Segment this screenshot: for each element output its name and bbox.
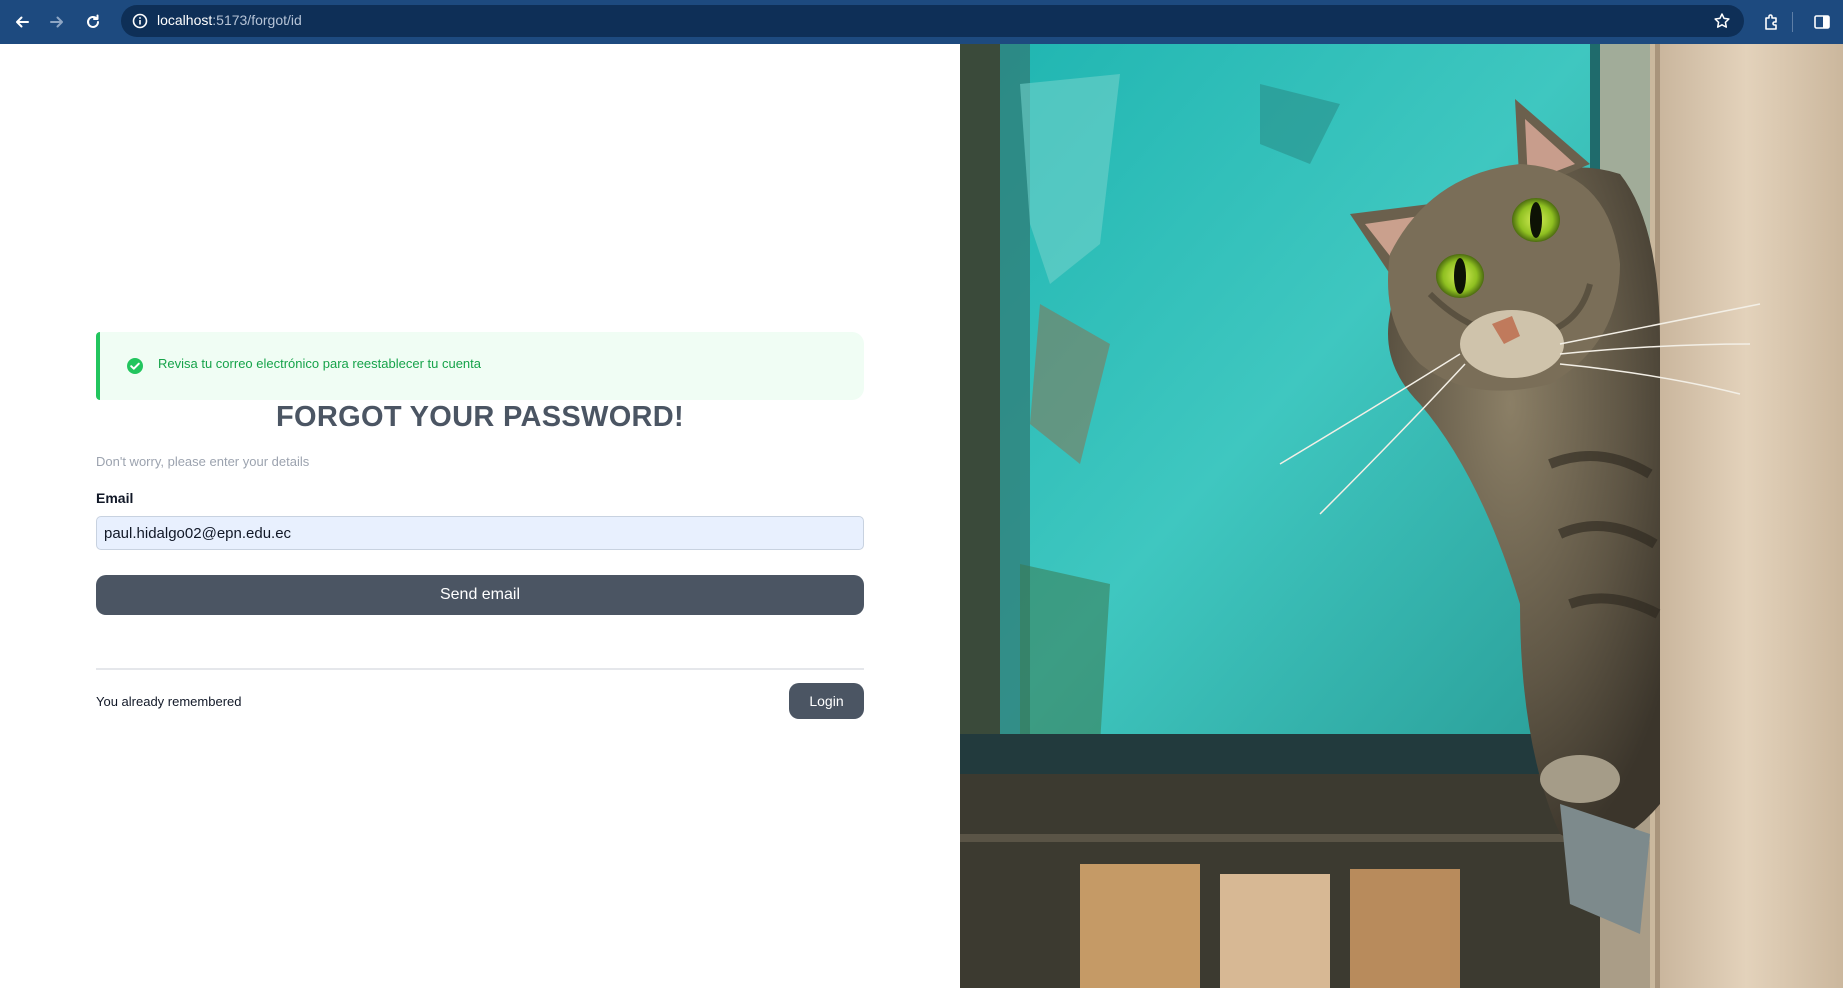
- divider: [96, 668, 864, 670]
- send-email-button[interactable]: Send email: [96, 575, 864, 615]
- remember-text: You already remembered: [96, 694, 242, 709]
- site-info-icon[interactable]: [129, 10, 151, 32]
- page-subtitle: Don't worry, please enter your details: [96, 454, 310, 469]
- browser-toolbar: localhost:5173/forgot/id: [0, 0, 1843, 44]
- email-field[interactable]: [96, 516, 864, 550]
- url-host: localhost: [157, 12, 213, 28]
- email-label: Email: [96, 490, 134, 506]
- page-title: FORGOT YOUR PASSWORD!: [275, 401, 684, 433]
- forward-arrow-icon[interactable]: [43, 8, 71, 36]
- page-viewport: Revisa tu correo electrónico para reesta…: [0, 44, 1843, 988]
- toolbar-divider: [1792, 12, 1793, 32]
- success-alert: Revisa tu correo electrónico para reesta…: [96, 332, 864, 400]
- url-path: :5173/forgot/id: [212, 12, 302, 28]
- login-button[interactable]: Login: [789, 683, 864, 719]
- extensions-icon[interactable]: [1758, 8, 1786, 36]
- side-panel-icon[interactable]: [1808, 8, 1836, 36]
- reload-icon[interactable]: [79, 8, 107, 36]
- address-bar[interactable]: localhost:5173/forgot/id: [121, 5, 1744, 37]
- alert-message: Revisa tu correo electrónico para reesta…: [158, 356, 482, 371]
- cat-photo: [960, 44, 1843, 988]
- star-icon[interactable]: [1712, 11, 1732, 31]
- back-arrow-icon[interactable]: [8, 8, 36, 36]
- url-text: localhost:5173/forgot/id: [157, 12, 302, 28]
- check-circle-icon: [127, 358, 143, 374]
- form-panel: Revisa tu correo electrónico para reesta…: [0, 44, 960, 988]
